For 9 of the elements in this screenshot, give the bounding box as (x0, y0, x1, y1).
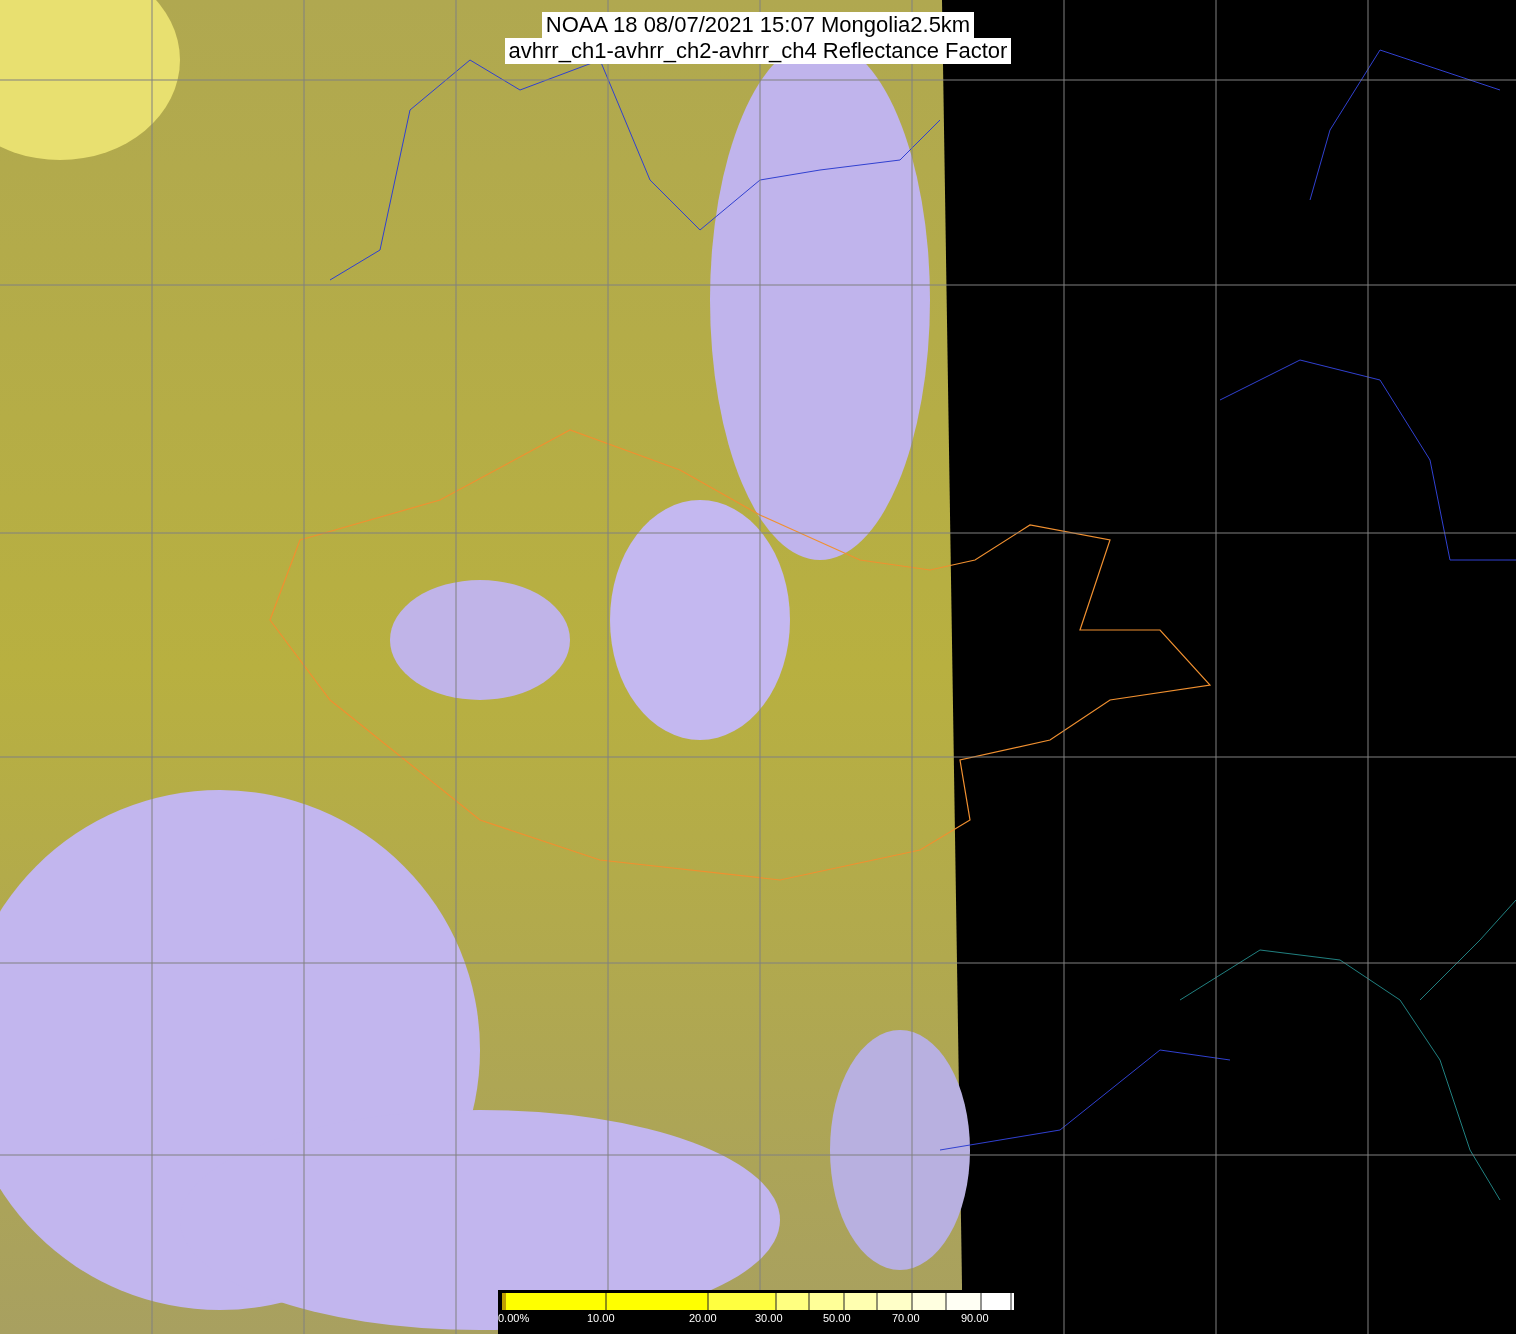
map-title: avhrr_ch1-avhrr_ch2-avhrr_ch4 Reflectance Factor (504, 38, 1012, 64)
colorbar-label: 50.00 (823, 1312, 851, 1325)
colorbar-label: 10.00 (587, 1312, 615, 1325)
colorbar-label: 90.00 (961, 1312, 989, 1325)
colorbar-label: 0.00% (498, 1312, 530, 1325)
colorbar-label: 30.00 (755, 1312, 783, 1325)
colorbar-label: 70.00 (892, 1312, 920, 1325)
map-title: NOAA 18 08/07/2021 15:07 Mongolia2.5km (541, 12, 975, 38)
colorbar-label: 20.00 (689, 1312, 717, 1325)
